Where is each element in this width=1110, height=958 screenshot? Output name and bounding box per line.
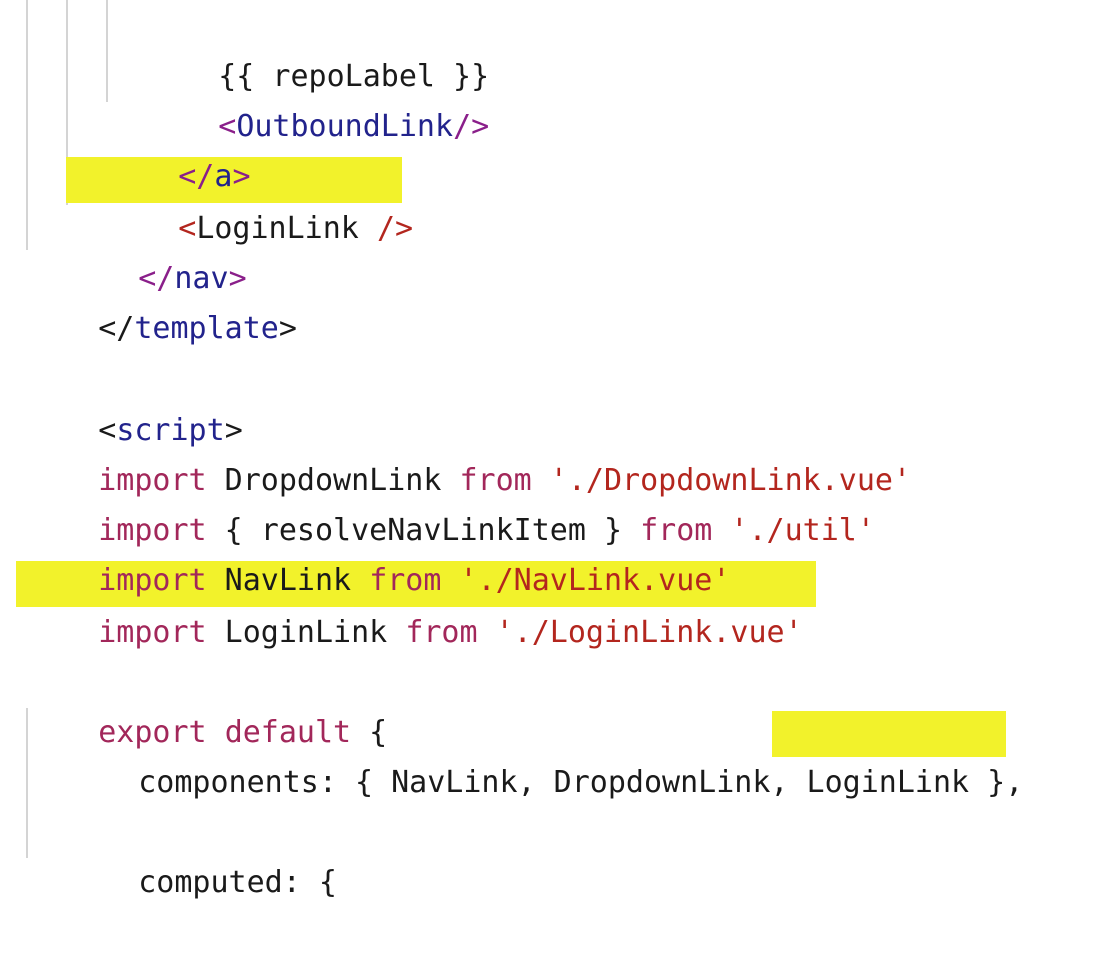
code-line[interactable]: {{ repoLabel }} (146, 2, 489, 94)
code-line[interactable]: computed: { (66, 808, 337, 900)
code-line[interactable]: components: { NavLink, DropdownLink, Log… (66, 708, 1023, 800)
tag-name: OutboundLink (236, 109, 454, 144)
brace: }, (969, 765, 1024, 800)
tag-bracket: </ (98, 311, 135, 346)
tag-bracket: /> (376, 211, 414, 246)
code-line[interactable]: <LoginLink /> (106, 154, 413, 246)
string-literal: './util' (712, 513, 875, 548)
code-line[interactable]: import NavLink from './NavLink.vue' (26, 506, 730, 598)
keyword-from: from (405, 615, 478, 650)
components-property: components: { NavLink, DropdownLink (138, 765, 771, 800)
code-line[interactable]: </template> (26, 254, 297, 346)
tag-name: template (134, 311, 279, 346)
code-editor[interactable]: {{ repoLabel }} <OutboundLink/> </a> <Lo… (0, 0, 1110, 900)
code-line[interactable]: import { resolveNavLinkItem } from './ut… (26, 456, 875, 548)
code-line[interactable]: export default { (26, 658, 387, 750)
code-line[interactable]: <OutboundLink/> (146, 52, 489, 144)
code-line[interactable]: import DropdownLink from './DropdownLink… (26, 406, 911, 498)
tag-bracket: /> (453, 109, 490, 144)
computed-property: computed: { (138, 865, 337, 900)
code-line[interactable]: </nav> (66, 204, 246, 296)
code-line[interactable]: <script> (26, 356, 243, 448)
code-line[interactable]: import LoginLink from './LoginLink.vue' (26, 558, 802, 650)
indent-guide (26, 0, 28, 250)
code-line[interactable]: </a> (106, 102, 250, 194)
login-link-component: , LoginLink (770, 765, 970, 800)
tag-bracket: > (278, 311, 297, 346)
string-literal: './LoginLink.vue' (477, 615, 803, 650)
keyword-import: import (98, 615, 207, 650)
indent-guide (106, 0, 108, 102)
identifier: LoginLink (206, 615, 406, 650)
